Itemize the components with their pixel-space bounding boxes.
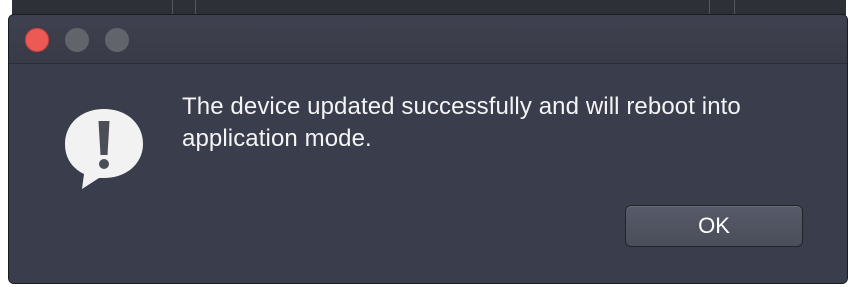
background-window-strip bbox=[12, 0, 846, 15]
dialog-message: The device updated successfully and will… bbox=[182, 93, 741, 152]
zoom-window-button bbox=[105, 28, 129, 52]
divider bbox=[195, 0, 196, 14]
ok-button[interactable]: OK bbox=[625, 205, 803, 247]
alert-dialog: The device updated successfully and will… bbox=[8, 14, 848, 284]
title-bar[interactable] bbox=[9, 15, 847, 64]
divider bbox=[172, 0, 173, 14]
screen: The device updated successfully and will… bbox=[0, 0, 851, 287]
close-window-button[interactable] bbox=[25, 28, 49, 52]
divider bbox=[709, 0, 710, 14]
minimize-window-button bbox=[65, 28, 89, 52]
divider bbox=[734, 0, 735, 14]
alert-speech-bubble-icon bbox=[65, 109, 143, 189]
